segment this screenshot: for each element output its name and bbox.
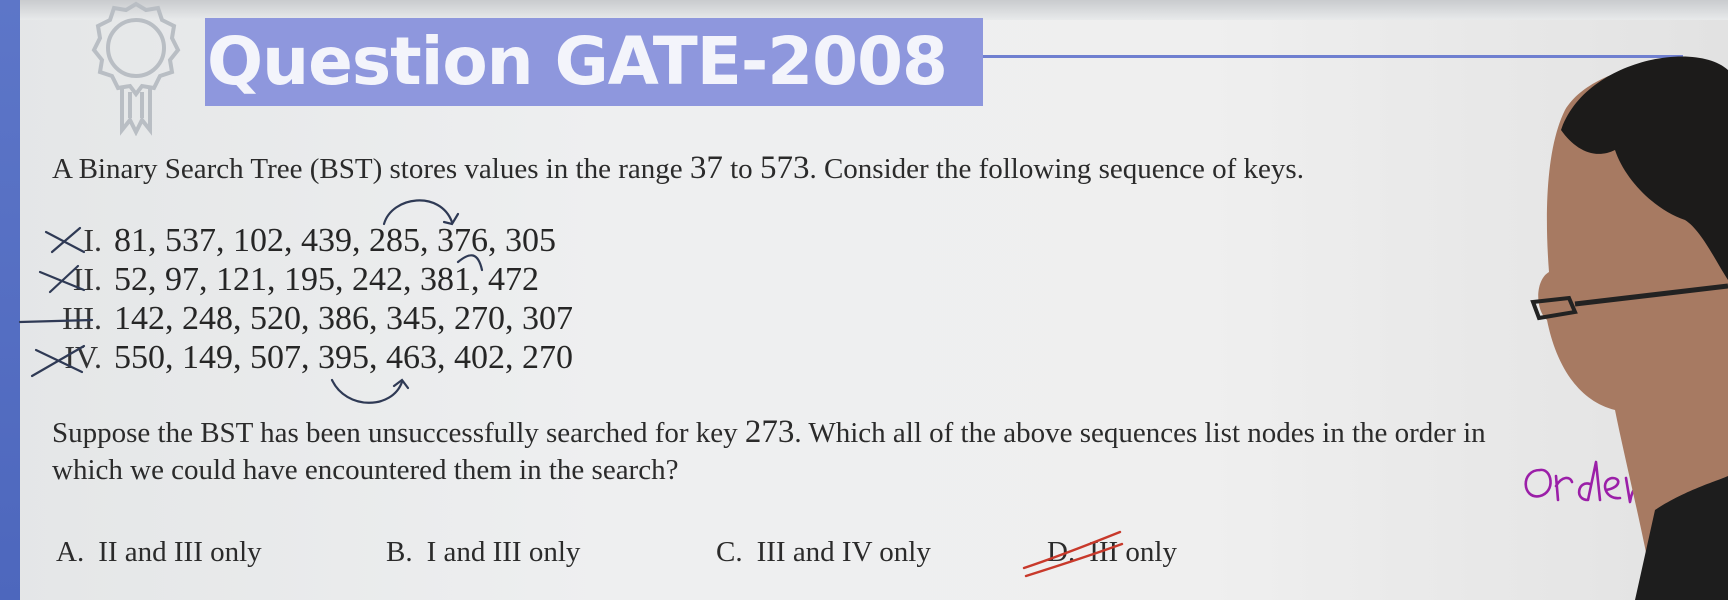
range-high: 573 — [759, 150, 810, 186]
sequence-numeral: II. — [72, 261, 102, 297]
option-c[interactable]: C. III and IV only — [716, 536, 931, 569]
option-b[interactable]: B. I and III only — [386, 536, 580, 569]
sequence-row: III. 142, 248, 520, 386, 345, 270, 307 — [30, 300, 573, 338]
option-text: II and III only — [98, 536, 262, 568]
search-key: 273 — [744, 414, 795, 450]
page-title: Question GATE-2008 — [207, 23, 948, 100]
sequence-values: 81, 537, 102, 439, 285, 376, 305 — [114, 222, 556, 259]
prompt-pre: Suppose the BST has been unsuccessfully … — [52, 417, 745, 449]
top-shade — [20, 0, 1728, 20]
sequence-row: IV. 550, 149, 507, 395, 463, 402, 270 — [30, 339, 573, 377]
option-letter: D. — [1047, 536, 1076, 568]
range-low: 37 — [689, 150, 723, 186]
option-a[interactable]: A. II and III only — [56, 536, 262, 569]
question-post: . Consider the following sequence of key… — [809, 153, 1304, 185]
sequence-values: 52, 97, 121, 195, 242, 381, 472 — [114, 261, 539, 298]
sequence-numeral: IV. — [64, 339, 102, 375]
sequence-values: 142, 248, 520, 386, 345, 270, 307 — [114, 300, 573, 337]
option-letter: A. — [56, 536, 85, 568]
option-letter: C. — [716, 536, 743, 568]
option-text: I and III only — [426, 536, 581, 568]
sequence-numeral: I. — [83, 222, 102, 258]
sequence-values: 550, 149, 507, 395, 463, 402, 270 — [114, 339, 573, 376]
option-text: III and IV only — [756, 536, 931, 568]
sequence-row: I. 81, 537, 102, 439, 285, 376, 305 — [30, 222, 556, 260]
presenter-figure — [1530, 56, 1728, 600]
prompt-line-2: which we could have encountered them in … — [52, 454, 679, 486]
award-ribbon-icon — [91, 1, 181, 136]
question-pre: A Binary Search Tree (BST) stores values… — [52, 153, 690, 185]
sequence-numeral: III. — [62, 300, 102, 336]
option-d[interactable]: D. III only — [1047, 536, 1177, 569]
option-letter: B. — [386, 536, 413, 568]
option-text: III only — [1089, 536, 1177, 568]
question-mid: to — [722, 153, 760, 185]
prompt-line-1: Suppose the BST has been unsuccessfully … — [52, 414, 1486, 451]
sequence-row: II. 52, 97, 121, 195, 242, 381, 472 — [30, 261, 539, 299]
question-text: A Binary Search Tree (BST) stores values… — [52, 150, 1304, 187]
prompt-post: . Which all of the above sequences list … — [794, 417, 1486, 449]
left-accent-bar — [0, 0, 20, 600]
